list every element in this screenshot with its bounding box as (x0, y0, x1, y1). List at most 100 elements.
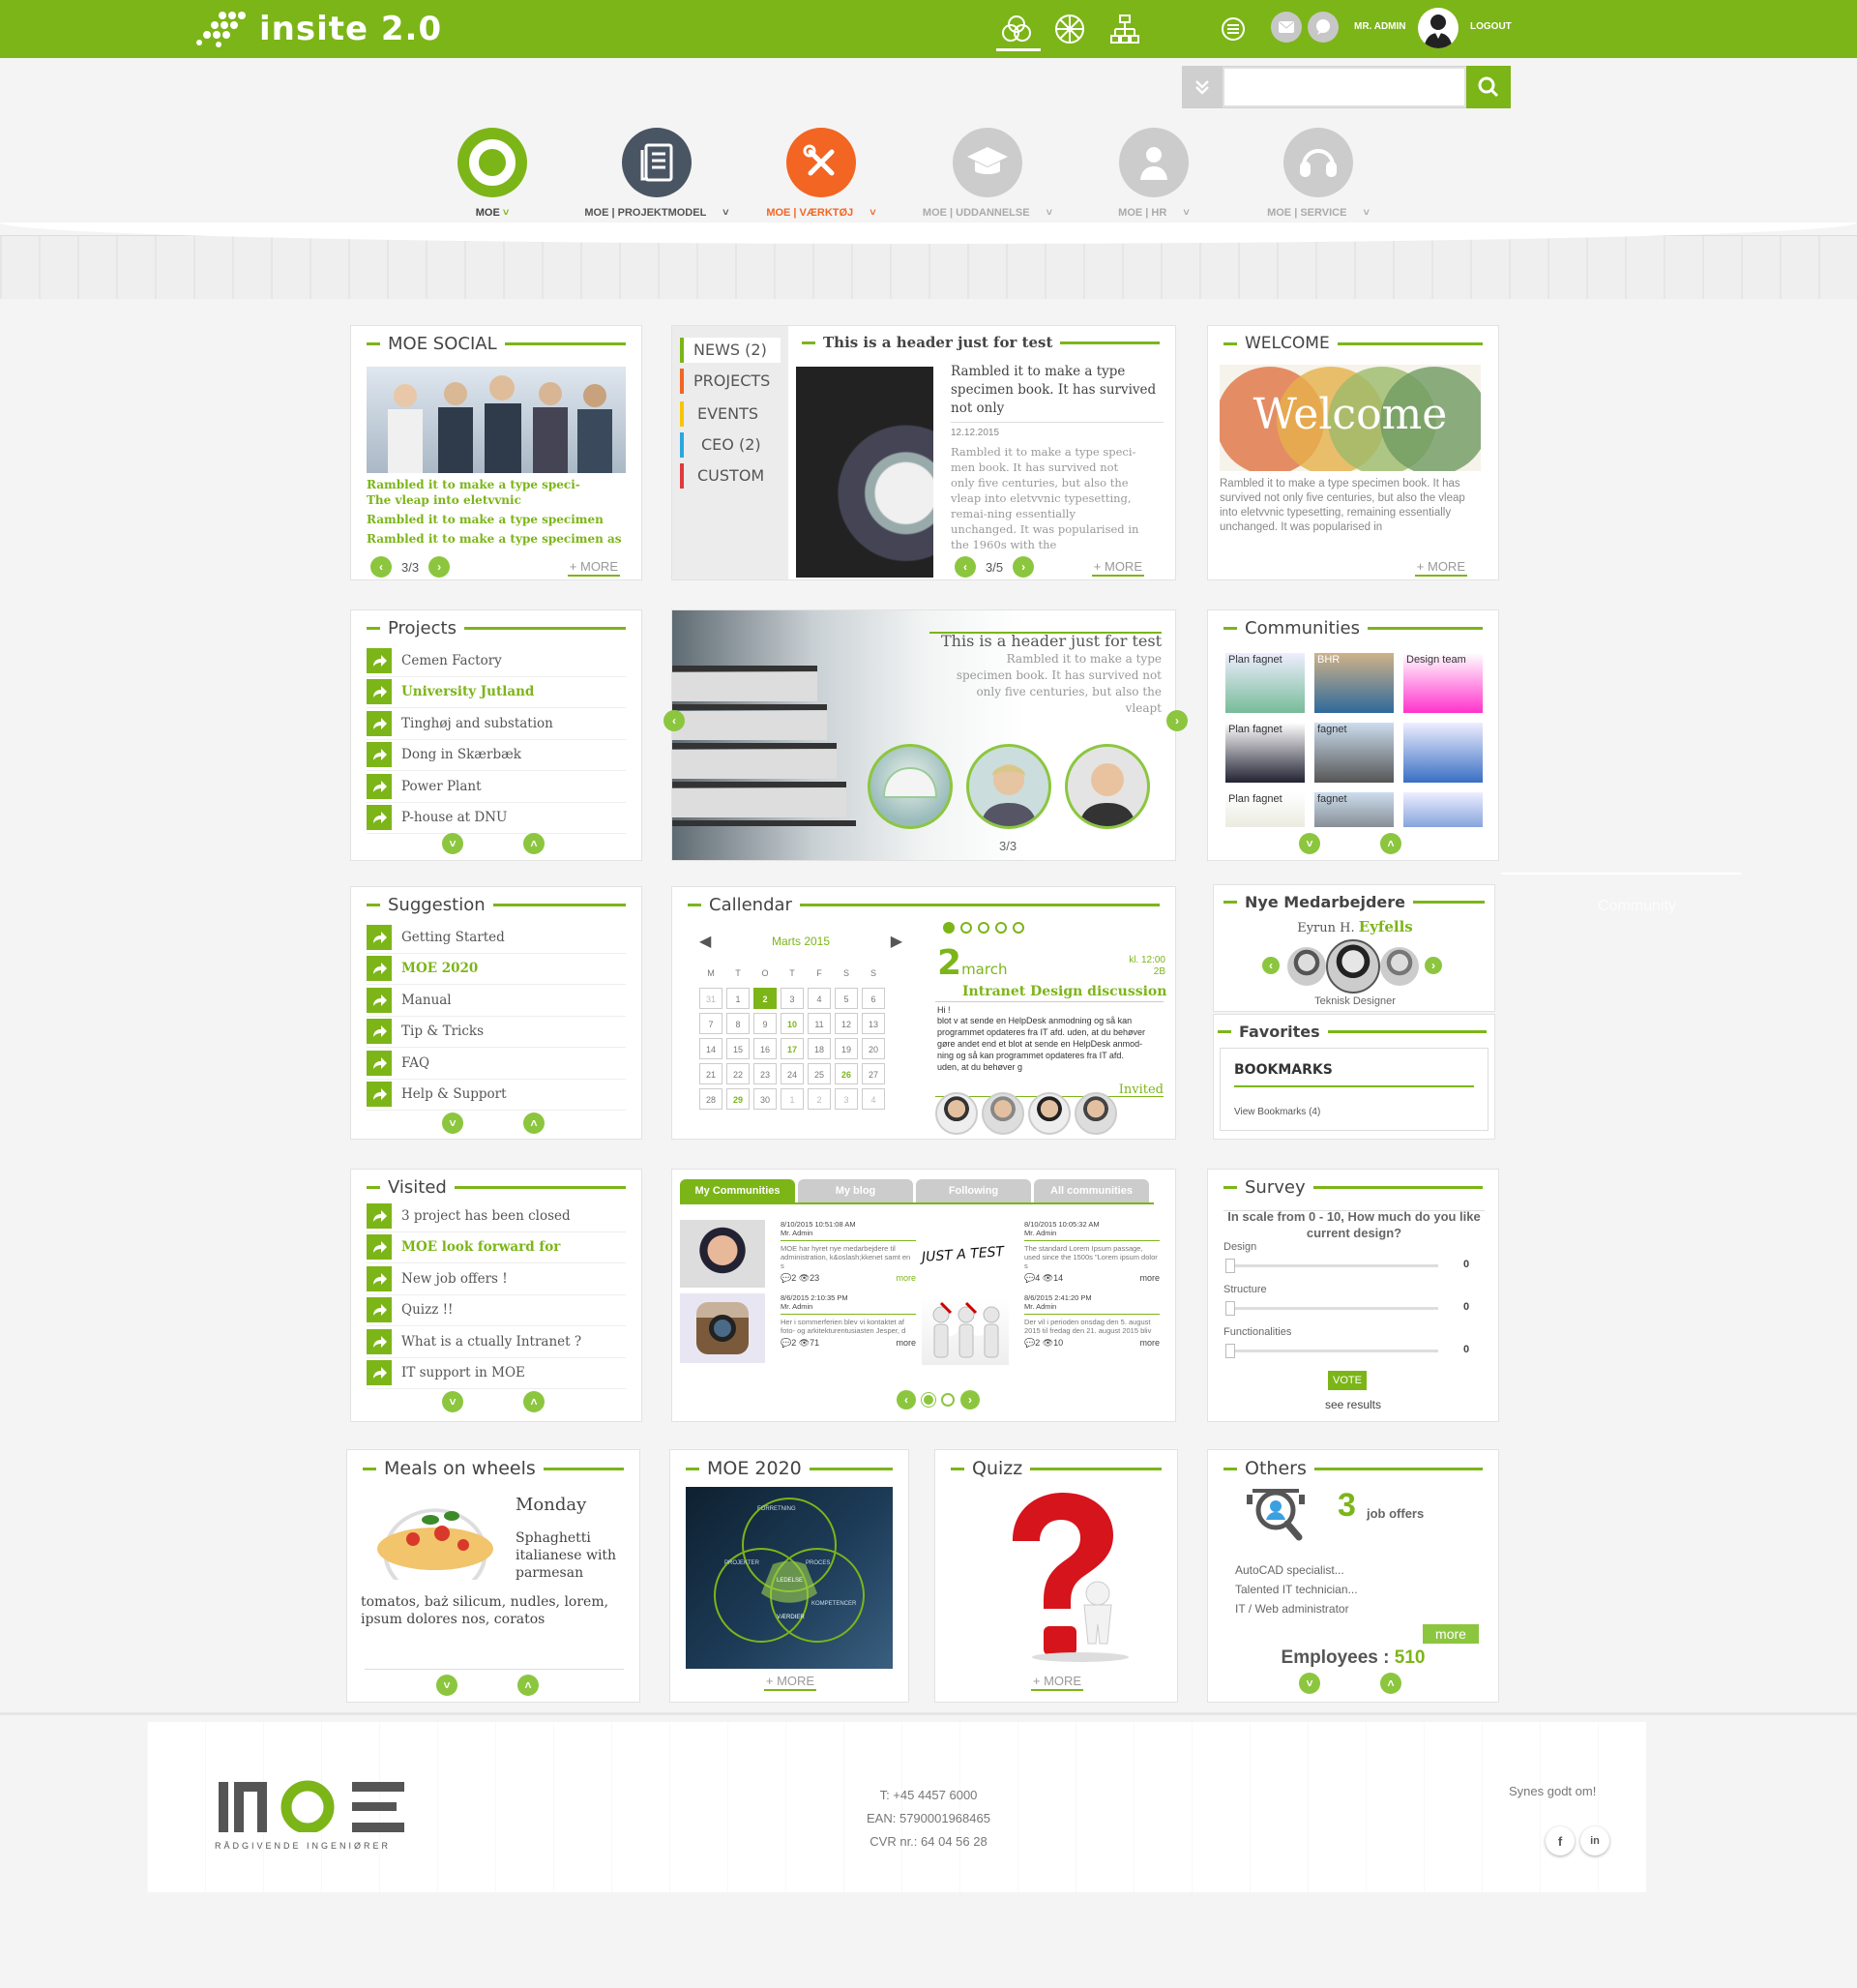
mail-icon[interactable] (1271, 12, 1302, 43)
list-item[interactable]: Getting Started (367, 922, 626, 954)
chevron-down-icon[interactable] (1182, 66, 1223, 108)
chevron-right-icon[interactable]: › (428, 556, 451, 578)
chevron-left-icon[interactable]: ◀ (699, 932, 711, 951)
list-item[interactable]: MOE look forward for (367, 1232, 626, 1263)
chevron-left-icon[interactable]: ‹ (1262, 957, 1280, 974)
feed-line[interactable]: Rambled it to make a type specimen as (367, 531, 626, 547)
dot[interactable] (960, 922, 972, 934)
avatar[interactable] (935, 1092, 978, 1135)
avatar[interactable] (982, 1092, 1024, 1135)
community-tile[interactable]: Design team (1403, 653, 1483, 713)
user-name[interactable]: MR. ADMIN (1354, 21, 1406, 32)
list-item[interactable]: IT support in MOE (367, 1358, 626, 1389)
feed-line[interactable]: Rambled it to make a type specimen (367, 512, 626, 527)
search-icon[interactable] (1466, 66, 1511, 108)
calendar-day[interactable]: 1 (781, 1088, 804, 1110)
chevron-right-icon[interactable]: › (1425, 957, 1442, 974)
community-tile[interactable] (1403, 723, 1483, 783)
nav-item-projektmodel[interactable]: MOE | PROJEKTMODEL ˅ (575, 128, 739, 219)
chevron-up-icon[interactable]: ˄ (523, 1113, 545, 1134)
community-tile[interactable]: fagnet (1314, 723, 1394, 783)
linkedin-icon[interactable]: in (1580, 1826, 1609, 1855)
avatar[interactable] (1380, 947, 1419, 986)
wheel-icon[interactable] (1047, 7, 1092, 51)
calendar-day[interactable]: 18 (808, 1038, 831, 1059)
more-link[interactable]: more (1139, 1274, 1160, 1283)
tab-my-blog[interactable]: My blog (798, 1179, 913, 1202)
blog-post[interactable]: 8/6/2015 2:10:35 PM Mr. Admin Her i somme… (781, 1293, 916, 1348)
calendar-day[interactable]: 12 (835, 1013, 858, 1034)
feed-line[interactable]: The vleap into eletvvnic (367, 492, 626, 508)
feed-line[interactable]: Rambled it to make a type speci- (367, 477, 626, 492)
calendar-day[interactable]: 14 (699, 1038, 722, 1059)
job-item[interactable]: Talented IT technician... (1235, 1580, 1358, 1599)
post-image-text[interactable]: JUST A TEST (922, 1244, 1005, 1265)
news-headline[interactable]: Rambled it to make a type specimen book.… (951, 363, 1164, 423)
logout-link[interactable]: LOGOUT (1470, 21, 1512, 32)
calendar-day[interactable]: 19 (835, 1038, 858, 1059)
list-item[interactable]: What is a ctually Intranet ? (367, 1326, 626, 1358)
more-link[interactable]: + MORE (763, 1674, 817, 1691)
chevron-right-icon[interactable]: › (1013, 556, 1035, 578)
chevron-left-icon[interactable]: ‹ (663, 710, 685, 731)
slider-handle[interactable] (1225, 1259, 1235, 1273)
nav-item-hr[interactable]: MOE | HR ˅ (1072, 128, 1236, 219)
list-item[interactable]: FAQ (367, 1048, 626, 1080)
tab-all-communities[interactable]: All communities (1034, 1179, 1149, 1202)
calendar-day[interactable]: 21 (699, 1063, 722, 1084)
chevron-down-icon[interactable]: ˅ (1299, 1673, 1320, 1694)
community-tile[interactable]: BHR (1314, 653, 1394, 713)
chat-icon[interactable] (1308, 12, 1339, 43)
calendar-day[interactable]: 3 (835, 1088, 858, 1110)
calendar-day[interactable]: 9 (753, 1013, 777, 1034)
list-item[interactable]: University Jutland (367, 677, 626, 708)
post-image[interactable] (680, 1220, 765, 1288)
chevron-left-icon[interactable]: ‹ (897, 1390, 916, 1409)
calendar-day[interactable]: 4 (862, 1088, 885, 1110)
avatar[interactable] (1065, 744, 1150, 829)
dot-active[interactable] (922, 1393, 935, 1407)
community-tile[interactable]: Plan fagnet (1225, 653, 1305, 713)
calendar-day[interactable]: 5 (835, 988, 858, 1009)
calendar-day[interactable]: 17 (781, 1038, 804, 1059)
dot[interactable] (941, 1393, 955, 1407)
nav-item-vaerktoj[interactable]: MOE | VÆRKTØJ ˅ (739, 128, 903, 219)
job-item[interactable]: IT / Web administrator (1235, 1599, 1358, 1618)
chevron-right-icon[interactable]: ▶ (891, 932, 902, 951)
avatar[interactable] (1028, 1092, 1071, 1135)
tab-projects[interactable]: PROJECTS (680, 369, 781, 394)
avatar[interactable] (1075, 1092, 1117, 1135)
more-link[interactable]: + MORE (567, 559, 620, 577)
chevron-left-icon[interactable]: ‹ (955, 556, 976, 578)
calendar-day[interactable]: 6 (862, 988, 885, 1009)
blog-post[interactable]: 8/10/2015 10:05:32 AM Mr. Admin The stand… (1024, 1220, 1160, 1283)
tab-events[interactable]: EVENTS (680, 401, 781, 427)
list-item[interactable]: P-house at DNU (367, 803, 626, 834)
avatar[interactable] (966, 744, 1051, 829)
calendar-day[interactable]: 20 (862, 1038, 885, 1059)
calendar-day[interactable]: 13 (862, 1013, 885, 1034)
facebook-icon[interactable]: f (1546, 1826, 1575, 1855)
moe2020-diagram[interactable]: FORRETNING PROJEKTER PROCES KOMPETENCER … (686, 1487, 893, 1669)
list-item[interactable]: Dong in Skærbæk (367, 740, 626, 771)
chevron-up-icon[interactable]: ˄ (517, 1675, 539, 1696)
list-item[interactable]: Manual (367, 985, 626, 1017)
avatar[interactable] (1287, 947, 1326, 986)
see-results-link[interactable]: see results (1208, 1398, 1498, 1411)
community-tile[interactable]: Plan fagnet (1225, 792, 1305, 827)
community-tile[interactable]: Plan fagnet (1225, 723, 1305, 783)
nav-item-service[interactable]: MOE | SERVICE ˅ (1236, 128, 1400, 219)
dot[interactable] (978, 922, 989, 934)
more-button[interactable]: more (1423, 1624, 1479, 1644)
list-item[interactable]: Help & Support (367, 1080, 626, 1111)
tab-ceo[interactable]: CEO (2) (680, 432, 781, 458)
tab-custom[interactable]: CUSTOM (680, 463, 781, 489)
chevron-up-icon[interactable]: ˄ (523, 1391, 545, 1412)
chevron-down-icon[interactable]: ˅ (442, 1113, 463, 1134)
avatar[interactable] (868, 744, 953, 829)
dot[interactable] (1013, 922, 1024, 934)
sitemap-icon[interactable] (1103, 7, 1147, 51)
tab-following[interactable]: Following (916, 1179, 1031, 1202)
more-link[interactable]: more (896, 1274, 916, 1283)
community-tile[interactable]: fagnet (1314, 792, 1394, 827)
